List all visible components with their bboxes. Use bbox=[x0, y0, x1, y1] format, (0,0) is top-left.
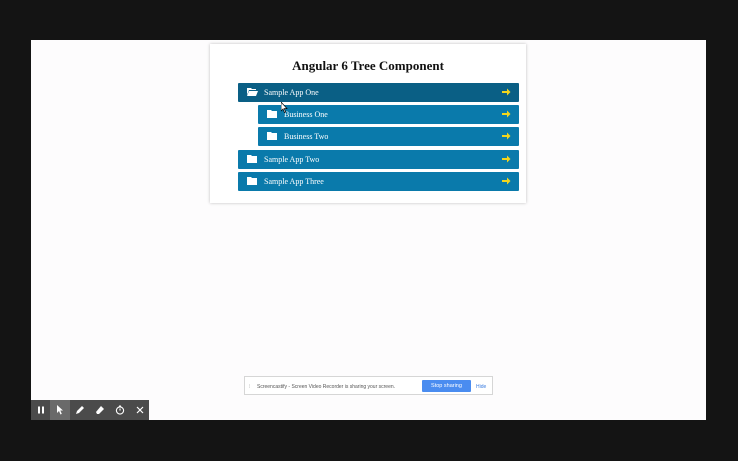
hide-link[interactable]: Hide bbox=[476, 384, 486, 390]
close-icon[interactable] bbox=[130, 400, 150, 420]
page-title: Angular 6 Tree Component bbox=[292, 58, 444, 73]
tree-node-business-one[interactable]: Business One bbox=[258, 105, 519, 124]
screen-sharing-bar: ⁞ Screencastify - Screen Video Recorder … bbox=[244, 376, 493, 395]
pen-icon[interactable] bbox=[70, 400, 90, 420]
pointer-icon[interactable] bbox=[50, 400, 70, 420]
tree-node-label: Business Two bbox=[284, 132, 329, 141]
tree-node-label: Sample App Three bbox=[264, 177, 324, 186]
arrow-right-icon[interactable] bbox=[501, 154, 511, 166]
folder-icon bbox=[247, 155, 257, 165]
arrow-right-icon[interactable] bbox=[501, 109, 511, 121]
tree-node-label: Sample App One bbox=[264, 88, 319, 97]
arrow-right-icon[interactable] bbox=[501, 131, 511, 143]
folder-open-icon bbox=[247, 88, 258, 98]
folder-icon bbox=[267, 110, 277, 120]
browser-viewport: Angular 6 Tree Component Sample App One … bbox=[31, 40, 706, 420]
arrow-right-icon[interactable] bbox=[501, 176, 511, 188]
sharing-message: Screencastify - Screen Video Recorder is… bbox=[257, 384, 396, 390]
tree-node-label: Sample App Two bbox=[264, 155, 320, 164]
arrow-right-icon[interactable] bbox=[501, 87, 511, 99]
drag-handle-icon[interactable]: ⁞ bbox=[249, 384, 250, 390]
timer-icon[interactable] bbox=[110, 400, 130, 420]
tree-node-business-two[interactable]: Business Two bbox=[258, 127, 519, 146]
stop-sharing-button[interactable]: Stop sharing bbox=[422, 380, 471, 392]
eraser-icon[interactable] bbox=[90, 400, 110, 420]
tree-node-sample-app-three[interactable]: Sample App Three bbox=[238, 172, 519, 191]
folder-icon bbox=[247, 177, 257, 187]
pause-icon[interactable] bbox=[31, 400, 51, 420]
tree-node-sample-app-two[interactable]: Sample App Two bbox=[238, 150, 519, 169]
annotation-toolbar bbox=[31, 400, 149, 420]
mouse-cursor-icon bbox=[280, 100, 288, 118]
folder-icon bbox=[267, 132, 277, 142]
tree-node-label: Business One bbox=[284, 110, 328, 119]
tree-card: Angular 6 Tree Component Sample App One … bbox=[210, 44, 526, 203]
